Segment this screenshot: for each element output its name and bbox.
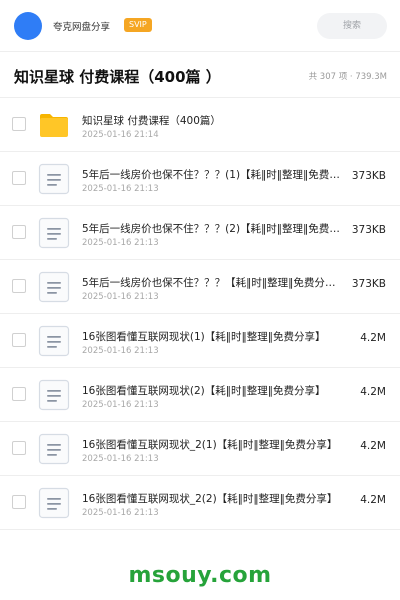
file-date: 2025-01-16 21:14: [82, 130, 159, 140]
watermark: msouy.com: [128, 563, 272, 588]
file-date: 2025-01-16 21:13: [82, 400, 159, 410]
file-date: 2025-01-16 21:13: [82, 346, 159, 356]
file-row[interactable]: 16张图看懂互联网现状(1)【耗‖时‖整理‖免费分享】 2025-01-16 21…: [0, 314, 400, 368]
row-checkbox[interactable]: [12, 279, 26, 293]
file-size: 4.2M: [360, 332, 386, 344]
file-row[interactable]: 知识星球 付费课程（400篇） 2025-01-16 21:14: [0, 98, 400, 152]
document-icon: [38, 379, 70, 411]
search-input[interactable]: 搜索: [317, 13, 387, 39]
file-name[interactable]: 16张图看懂互联网现状(2)【耗‖时‖整理‖免费分享】: [82, 383, 344, 398]
file-row[interactable]: 16张图看懂互联网现状(2)【耗‖时‖整理‖免费分享】 2025-01-16 21…: [0, 368, 400, 422]
file-row[interactable]: 5年后一线房价也保不住？？？(1)【耗‖时‖整理‖免费分享】 2025-01-16…: [0, 152, 400, 206]
row-checkbox[interactable]: [12, 441, 26, 455]
file-name[interactable]: 5年后一线房价也保不住？？？(1)【耗‖时‖整理‖免费分享】: [82, 167, 344, 182]
top-header: 夸克网盘分享 SVIP 搜索: [0, 0, 400, 52]
file-name[interactable]: 知识星球 付费课程（400篇）: [82, 113, 344, 128]
file-summary: 共 307 项 · 739.3M: [308, 72, 387, 82]
file-size: 373KB: [351, 170, 386, 182]
file-size: 4.2M: [360, 440, 386, 452]
row-checkbox[interactable]: [12, 225, 26, 239]
row-checkbox[interactable]: [12, 495, 26, 509]
document-icon: [38, 325, 70, 357]
title-bar: 知识星球 付费课程（400篇 ） 共 307 项 · 739.3M: [0, 52, 400, 98]
file-size: 4.2M: [360, 386, 386, 398]
file-name[interactable]: 16张图看懂互联网现状_2(2)【耗‖时‖整理‖免费分享】: [82, 491, 344, 506]
row-checkbox[interactable]: [12, 333, 26, 347]
row-checkbox[interactable]: [12, 387, 26, 401]
file-name[interactable]: 5年后一线房价也保不住？？？(2)【耗‖时‖整理‖免费分享】: [82, 221, 344, 236]
file-size: 373KB: [351, 224, 386, 236]
file-row[interactable]: 16张图看懂互联网现状_2(1)【耗‖时‖整理‖免费分享】 2025-01-16 …: [0, 422, 400, 476]
file-size: 4.2M: [360, 494, 386, 506]
file-list: 知识星球 付费课程（400篇） 2025-01-16 21:14 5年后一线房价也保…: [0, 98, 400, 530]
file-row[interactable]: 16张图看懂互联网现状_2(2)【耗‖时‖整理‖免费分享】 2025-01-16 …: [0, 476, 400, 530]
document-icon: [38, 271, 70, 303]
file-date: 2025-01-16 21:13: [82, 238, 159, 248]
file-row[interactable]: 5年后一线房价也保不住？？？【耗‖时‖整理‖免费分享】 2025-01-16 21…: [0, 260, 400, 314]
file-date: 2025-01-16 21:13: [82, 508, 159, 518]
file-name[interactable]: 16张图看懂互联网现状_2(1)【耗‖时‖整理‖免费分享】: [82, 437, 344, 452]
file-date: 2025-01-16 21:13: [82, 454, 159, 464]
document-icon: [38, 487, 70, 519]
document-icon: [38, 217, 70, 249]
file-date: 2025-01-16 21:13: [82, 184, 159, 194]
page-title: 知识星球 付费课程（400篇 ）: [14, 68, 221, 86]
row-checkbox[interactable]: [12, 117, 26, 131]
document-icon: [38, 163, 70, 195]
file-row[interactable]: 5年后一线房价也保不住？？？(2)【耗‖时‖整理‖免费分享】 2025-01-16…: [0, 206, 400, 260]
document-icon: [38, 433, 70, 465]
file-name[interactable]: 5年后一线房价也保不住？？？【耗‖时‖整理‖免费分享】: [82, 275, 344, 290]
file-name[interactable]: 16张图看懂互联网现状(1)【耗‖时‖整理‖免费分享】: [82, 329, 344, 344]
file-size: 373KB: [351, 278, 386, 290]
row-checkbox[interactable]: [12, 171, 26, 185]
file-date: 2025-01-16 21:13: [82, 292, 159, 302]
avatar[interactable]: [14, 12, 42, 40]
user-name[interactable]: 夸克网盘分享: [53, 19, 110, 33]
svip-badge: SVIP: [124, 18, 152, 32]
folder-icon: [38, 109, 70, 141]
